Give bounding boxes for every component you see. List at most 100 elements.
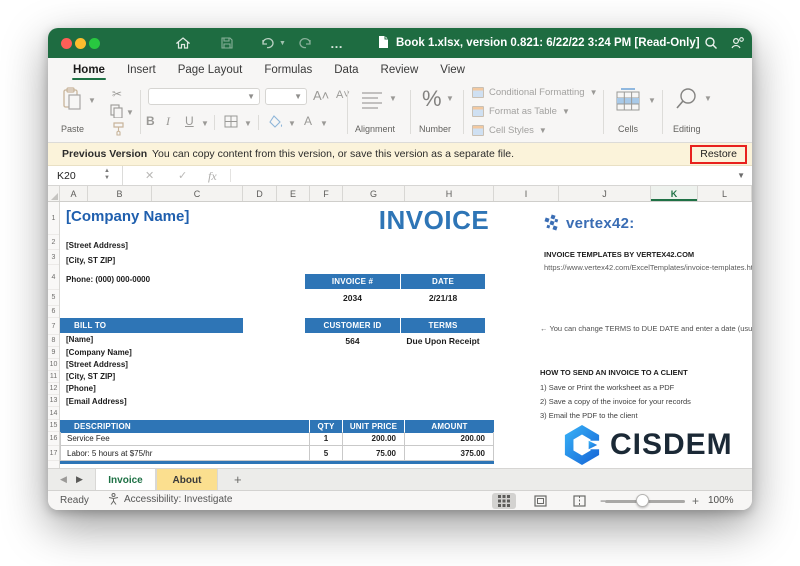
sheet-grid[interactable]: 1234567891011121314151617 [Company Name]… [48, 202, 752, 468]
cells-label[interactable]: Cells [618, 124, 638, 134]
tab-about[interactable]: About [156, 469, 218, 491]
cut-icon[interactable]: ✂ [112, 87, 122, 101]
column-header-L[interactable]: L [698, 186, 752, 201]
paste-label[interactable]: Paste [61, 124, 84, 134]
minimize-button[interactable] [75, 38, 86, 49]
row-header-10[interactable]: 10 [48, 359, 59, 371]
more-toolbar-icon[interactable]: … [330, 35, 344, 51]
cell-styles-button[interactable]: Cell Styles▼ [472, 125, 547, 136]
ribbon-tab-data[interactable]: Data [323, 64, 369, 82]
editing-label[interactable]: Editing [673, 124, 701, 134]
borders-button[interactable] [224, 115, 238, 131]
normal-view-button[interactable] [492, 493, 516, 509]
redo-icon[interactable] [298, 35, 313, 51]
templates-url[interactable]: https://www.vertex42.com/ExcelTemplates/… [544, 263, 752, 272]
row-header-16[interactable]: 16 [48, 432, 59, 446]
row-header-14[interactable]: 14 [48, 407, 59, 420]
copy-icon[interactable] [110, 104, 123, 121]
column-header-E[interactable]: E [277, 186, 310, 201]
close-button[interactable] [61, 38, 72, 49]
cells-icon[interactable] [615, 88, 641, 115]
number-dropdown-icon[interactable]: ▼ [446, 94, 454, 103]
bold-button[interactable]: B [146, 114, 155, 128]
undo-dropdown-icon[interactable]: ▼ [279, 35, 286, 51]
alignment-icon[interactable] [360, 90, 384, 113]
row-header-9[interactable]: 9 [48, 347, 59, 359]
add-sheet-button[interactable]: + [234, 472, 242, 487]
column-header-F[interactable]: F [310, 186, 343, 201]
column-header-K[interactable]: K [651, 186, 698, 201]
column-header-A[interactable]: A [60, 186, 88, 201]
column-header-C[interactable]: C [152, 186, 243, 201]
home-icon[interactable] [176, 35, 190, 51]
row-header-3[interactable]: 3 [48, 250, 59, 265]
column-header-B[interactable]: B [88, 186, 152, 201]
column-header-H[interactable]: H [405, 186, 494, 201]
row-header-2[interactable]: 2 [48, 235, 59, 250]
save-icon[interactable] [220, 35, 234, 51]
column-header-G[interactable]: G [343, 186, 405, 201]
restore-button[interactable]: Restore [690, 145, 747, 164]
sheet-next-icon[interactable]: ▶ [76, 474, 83, 485]
underline-dropdown-icon[interactable]: ▼ [201, 119, 209, 128]
row-header-17[interactable]: 17 [48, 446, 59, 461]
row-header-15[interactable]: 15 [48, 420, 59, 432]
zoom-slider-knob[interactable] [636, 494, 649, 507]
ribbon-tab-home[interactable]: Home [62, 64, 116, 82]
ribbon-tab-review[interactable]: Review [370, 64, 430, 82]
name-box-stepper-icon[interactable]: ▲▼ [104, 168, 110, 182]
font-name-select[interactable]: ▼ [148, 88, 260, 105]
formula-input[interactable] [238, 166, 732, 185]
tab-invoice[interactable]: Invoice [95, 469, 156, 491]
row-header-1[interactable]: 1 [48, 202, 59, 235]
undo-icon[interactable] [260, 35, 275, 51]
ribbon-tab-view[interactable]: View [429, 64, 476, 82]
fill-color-button[interactable] [269, 115, 283, 131]
select-all-corner[interactable] [48, 186, 60, 201]
copy-dropdown-icon[interactable]: ▼ [126, 108, 134, 117]
insert-function-icon[interactable]: fx [208, 169, 217, 184]
row-header-12[interactable]: 12 [48, 383, 59, 395]
page-break-view-button[interactable] [567, 493, 591, 509]
format-as-table-button[interactable]: Format as Table▼ [472, 106, 570, 117]
editing-dropdown-icon[interactable]: ▼ [704, 94, 712, 103]
font-size-select[interactable]: ▼ [265, 88, 307, 105]
font-color-dropdown-icon[interactable]: ▼ [320, 119, 328, 128]
row-header-11[interactable]: 11 [48, 371, 59, 383]
alignment-dropdown-icon[interactable]: ▼ [389, 94, 397, 103]
borders-dropdown-icon[interactable]: ▼ [244, 119, 252, 128]
editing-icon[interactable] [675, 87, 699, 114]
zoom-level[interactable]: 100% [708, 495, 734, 506]
alignment-label[interactable]: Alignment [355, 124, 395, 134]
cancel-icon[interactable]: ✕ [145, 169, 154, 182]
page-layout-view-button[interactable] [528, 493, 552, 509]
column-header-I[interactable]: I [494, 186, 559, 201]
column-header-D[interactable]: D [243, 186, 277, 201]
row-header-13[interactable]: 13 [48, 395, 59, 407]
name-box[interactable]: K20 ▲▼ [48, 166, 123, 185]
ribbon-tab-insert[interactable]: Insert [116, 64, 167, 82]
font-color-button[interactable]: A [304, 114, 312, 128]
formula-bar-expand-icon[interactable]: ▼ [737, 171, 745, 180]
paste-dropdown-icon[interactable]: ▼ [88, 96, 96, 105]
conditional-formatting-button[interactable]: Conditional Formatting▼ [472, 87, 598, 98]
accessibility-status[interactable]: Accessibility: Investigate [108, 493, 232, 505]
format-painter-icon[interactable] [112, 122, 125, 139]
share-icon[interactable] [730, 35, 745, 51]
cells-dropdown-icon[interactable]: ▼ [648, 96, 656, 105]
column-header-J[interactable]: J [559, 186, 651, 201]
number-icon[interactable]: % [422, 86, 442, 112]
row-header-5[interactable]: 5 [48, 290, 59, 306]
fill-color-dropdown-icon[interactable]: ▼ [288, 119, 296, 128]
maximize-button[interactable] [89, 38, 100, 49]
number-label[interactable]: Number [419, 124, 451, 134]
row-header-8[interactable]: 8 [48, 335, 59, 347]
zoom-in-button[interactable]: + [692, 494, 699, 508]
ribbon-tab-page-layout[interactable]: Page Layout [167, 64, 254, 82]
search-icon[interactable] [704, 35, 718, 51]
enter-icon[interactable]: ✓ [178, 169, 187, 182]
sheet-prev-icon[interactable]: ◀ [60, 474, 67, 485]
row-header-7[interactable]: 7 [48, 318, 59, 335]
italic-button[interactable]: I [166, 114, 170, 129]
ribbon-tab-formulas[interactable]: Formulas [253, 64, 323, 82]
